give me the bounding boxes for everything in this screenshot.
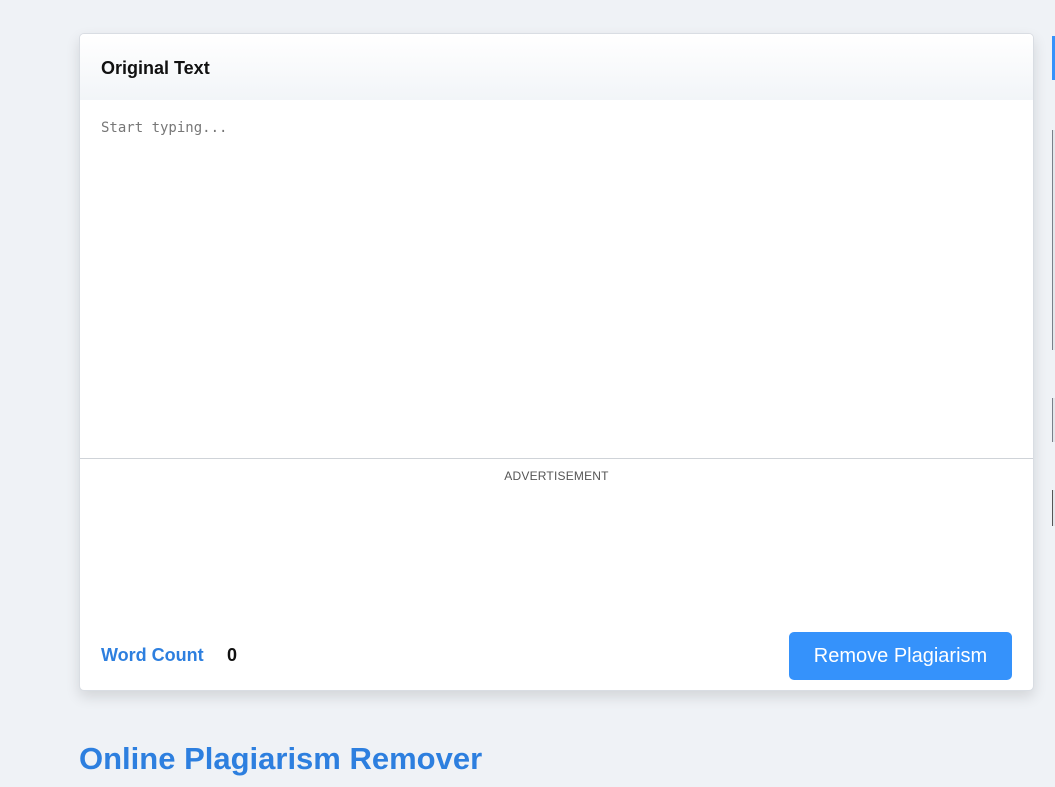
section-heading: Online Plagiarism Remover xyxy=(79,741,483,776)
card-header: Original Text xyxy=(80,34,1033,100)
advertisement-label: ADVERTISEMENT xyxy=(504,469,609,483)
word-count-label: Word Count xyxy=(101,645,204,665)
card-title: Original Text xyxy=(101,58,210,78)
remove-plagiarism-button[interactable]: Remove Plagiarism xyxy=(789,632,1012,680)
word-count-value: 0 xyxy=(227,645,238,665)
editor-card: Original Text ADVERTISEMENT Word Count 0… xyxy=(79,33,1034,691)
original-text-input[interactable] xyxy=(80,100,1033,458)
page: Original Text ADVERTISEMENT Word Count 0… xyxy=(0,0,1055,787)
card-footer: Word Count 0 Remove Plagiarism xyxy=(80,632,1033,680)
divider xyxy=(80,458,1033,459)
